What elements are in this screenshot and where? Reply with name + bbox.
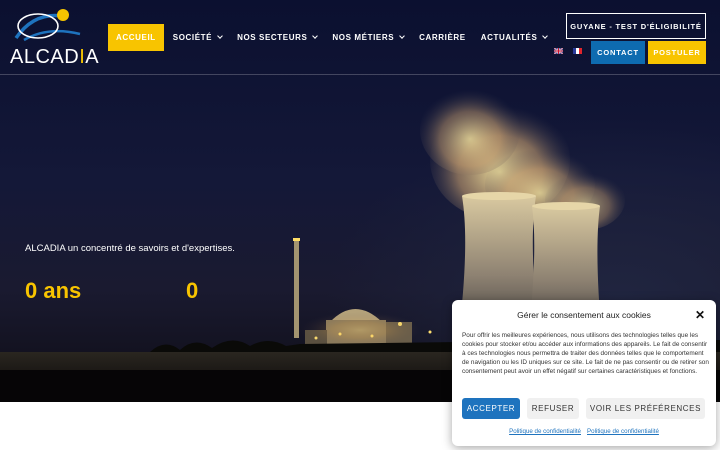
nav-item-nos-secteurs[interactable]: Nos secteurs bbox=[237, 24, 319, 51]
chevron-down-icon bbox=[542, 33, 549, 39]
nav-item-carriere[interactable]: Carrière bbox=[419, 24, 466, 51]
main-nav: Accueil Société Nos secteurs Nos métiers… bbox=[108, 24, 562, 51]
chevron-down-icon bbox=[217, 33, 223, 39]
cookie-dialog-text: Pour offrir les meilleures expériences, … bbox=[462, 332, 709, 375]
refuse-cookies-button[interactable]: REFUSER bbox=[527, 398, 579, 419]
nav-item-nos-metiers[interactable]: Nos métiers bbox=[332, 24, 405, 51]
header-divider bbox=[0, 74, 720, 75]
nav-item-accueil[interactable]: Accueil bbox=[108, 24, 164, 51]
privacy-policy-link[interactable]: Politique de confidentialité bbox=[509, 428, 581, 435]
chevron-down-icon bbox=[399, 33, 405, 39]
language-switcher bbox=[554, 48, 582, 54]
counter-value: 0 bbox=[186, 278, 199, 303]
logo-wordmark: ALCADIA bbox=[10, 46, 100, 68]
hero-tagline: ALCADIA un concentré de savoirs et d'exp… bbox=[25, 243, 235, 254]
guyane-eligibility-button[interactable]: GUYANE - TEST D'ÉLIGIBILITÉ bbox=[566, 13, 706, 39]
cookie-links: Politique de confidentialité Politique d… bbox=[452, 428, 716, 435]
cookie-dialog-title: Gérer le consentement aux cookies bbox=[517, 310, 651, 320]
postuler-button[interactable]: POSTULER bbox=[648, 41, 706, 64]
privacy-policy-link[interactable]: Politique de confidentialité bbox=[587, 428, 659, 435]
nav-item-societe[interactable]: Société bbox=[173, 24, 223, 51]
page: ALCADIA Accueil Société Nos secteurs Nos… bbox=[0, 0, 720, 450]
en-flag-icon[interactable] bbox=[554, 48, 563, 54]
accept-cookies-button[interactable]: ACCEPTER bbox=[462, 398, 520, 419]
close-icon[interactable]: ✕ bbox=[695, 309, 705, 321]
view-preferences-button[interactable]: VOIR LES PRÉFÉRENCES bbox=[586, 398, 705, 419]
contact-button[interactable]: CONTACT bbox=[591, 41, 645, 64]
alcadia-logo[interactable]: ALCADIA bbox=[8, 6, 99, 68]
counter-years: 0 ans bbox=[25, 278, 82, 303]
fr-flag-icon[interactable] bbox=[573, 48, 582, 54]
cookie-consent-dialog: Gérer le consentement aux cookies ✕ Pour… bbox=[452, 300, 716, 446]
nav-item-actualites[interactable]: Actualités bbox=[481, 24, 549, 51]
chevron-down-icon bbox=[312, 33, 319, 39]
